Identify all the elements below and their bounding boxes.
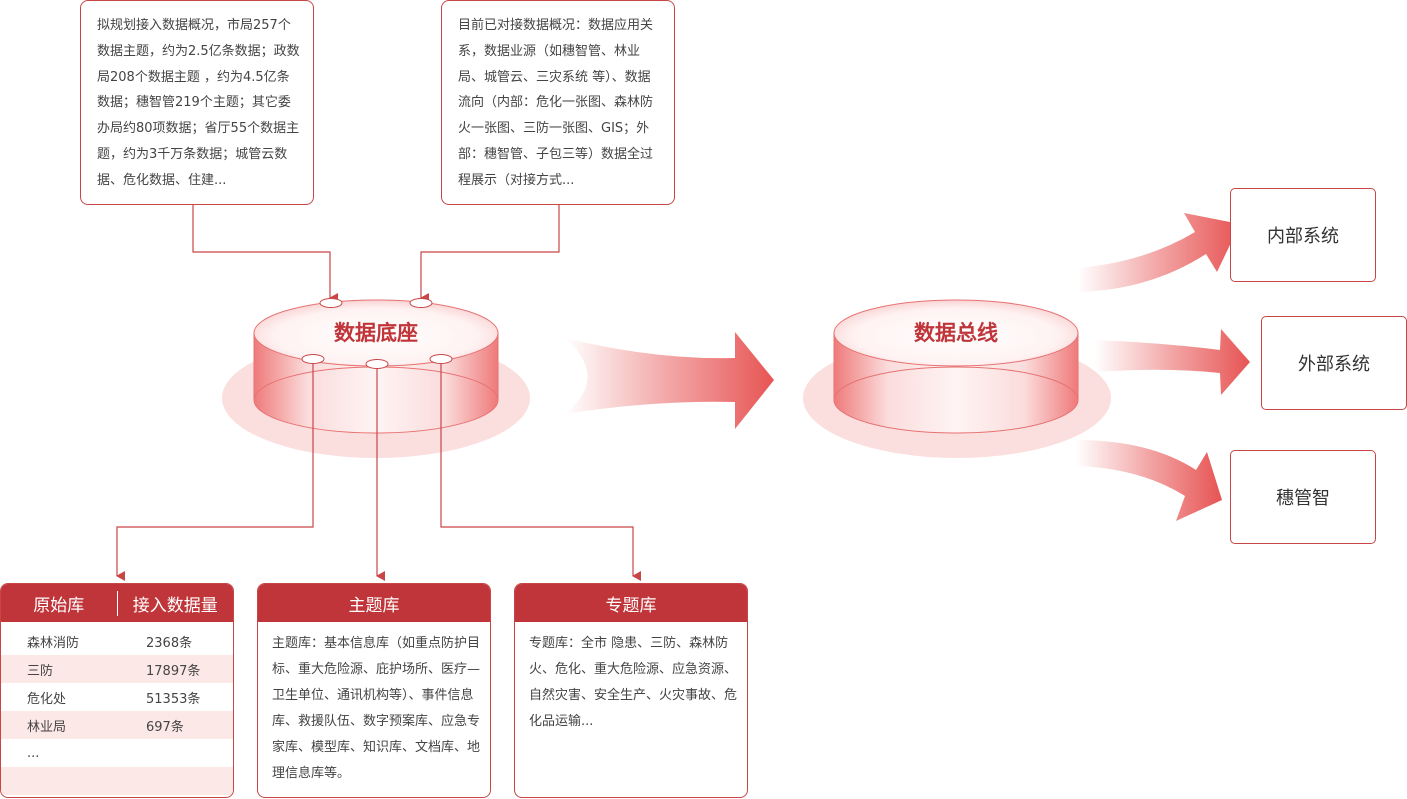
row-source: 林业局 bbox=[27, 719, 67, 735]
raw-db-col-name: 原始库 bbox=[33, 595, 85, 616]
topic-db-panel: 主题库 主题库：基本信息库（如重点防护目标、重大危险源、庇护场所、医疗—卫生单位… bbox=[257, 583, 491, 798]
row-source: 危化处 bbox=[27, 691, 67, 707]
flow-arrow-base-to-bus bbox=[565, 332, 774, 429]
raw-db-panel: 原始库 接入数据量 森林消防 2368条 三防 17897条 危化处 51353… bbox=[0, 583, 234, 798]
raw-db-col-count: 接入数据量 bbox=[116, 590, 234, 616]
connected-data-note: 目前已对接数据概况：数据应用关系，数据业源（如穗智管、林业局、城管云、三灾系统 … bbox=[441, 0, 675, 205]
data-base-cylinder: 数据底座 bbox=[222, 298, 530, 458]
data-bus-cylinder: 数据总线 bbox=[803, 299, 1111, 458]
port-bottom-right bbox=[429, 354, 453, 364]
table-row: ... bbox=[1, 739, 233, 767]
special-db-panel: 专题库 专题库：全市 隐患、三防、森林防火、危化、重大危险源、应急资源、自然灾害… bbox=[514, 583, 748, 798]
connector-planned-to-base bbox=[192, 205, 338, 303]
row-source: 森林消防 bbox=[27, 635, 80, 651]
special-db-title: 专题库 bbox=[515, 584, 747, 622]
table-row: 森林消防 2368条 bbox=[1, 627, 233, 655]
row-source: 三防 bbox=[27, 663, 54, 679]
row-count: 2368条 bbox=[146, 635, 193, 651]
topic-db-body: 主题库：基本信息库（如重点防护目标、重大危险源、庇护场所、医疗—卫生单位、通讯机… bbox=[272, 636, 481, 781]
raw-db-table: 森林消防 2368条 三防 17897条 危化处 51353条 林业局 697条… bbox=[1, 622, 233, 795]
connector-connected-to-base bbox=[420, 205, 560, 303]
port-top-right bbox=[409, 298, 433, 308]
table-row bbox=[1, 767, 233, 795]
data-bus-title: 数据总线 bbox=[914, 321, 998, 345]
external-system-box[interactable]: 外部系统 bbox=[1261, 316, 1407, 410]
flow-arrow-to-suiguanzhi bbox=[1076, 440, 1222, 521]
row-count: 697条 bbox=[146, 719, 184, 735]
row-source: ... bbox=[27, 745, 40, 761]
flow-arrow-to-internal bbox=[1078, 213, 1240, 292]
data-base-title: 数据底座 bbox=[334, 321, 418, 345]
port-top-left bbox=[319, 298, 343, 308]
special-db-body: 专题库：全市 隐患、三防、森林防火、危化、重大危险源、应急资源、自然灾害、安全生… bbox=[529, 636, 738, 729]
topic-db-title: 主题库 bbox=[258, 584, 490, 622]
table-row: 危化处 51353条 bbox=[1, 683, 233, 711]
row-count: 17897条 bbox=[146, 663, 201, 679]
row-count: 51353条 bbox=[146, 691, 201, 707]
flow-arrow-to-external bbox=[1095, 329, 1250, 395]
planned-data-note: 拟规划接入数据概况，市局257个数据主题，约为2.5亿条数据；政数局208个数据… bbox=[80, 0, 314, 205]
suiguanzhi-box[interactable]: 穗管智 bbox=[1230, 450, 1376, 544]
raw-db-header: 原始库 接入数据量 bbox=[1, 584, 233, 622]
table-row: 三防 17897条 bbox=[1, 655, 233, 683]
port-bottom-left bbox=[301, 354, 325, 364]
internal-system-box[interactable]: 内部系统 bbox=[1230, 188, 1376, 282]
table-row: 林业局 697条 bbox=[1, 711, 233, 739]
port-bottom-mid bbox=[365, 359, 389, 369]
